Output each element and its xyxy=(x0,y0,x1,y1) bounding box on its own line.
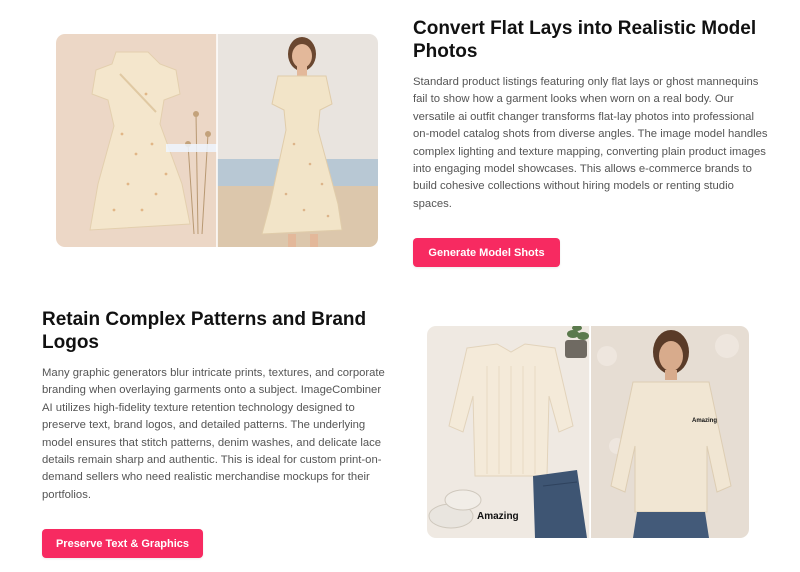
section-description: Many graphic generators blur intricate p… xyxy=(42,367,385,501)
section-patterns-text: Retain Complex Patterns and Brand Logos … xyxy=(42,308,394,504)
flatlay-to-model-image xyxy=(56,34,378,247)
section-description: Standard product listings featuring only… xyxy=(413,76,768,210)
sweater-comparison-illustration xyxy=(427,326,749,538)
sweater-comparison-image: Amazing Amazing xyxy=(427,326,749,538)
generate-model-shots-button[interactable]: Generate Model Shots xyxy=(413,238,560,267)
section-title: Retain Complex Patterns and Brand Logos xyxy=(42,309,367,353)
section-title: Convert Flat Lays into Realistic Model P… xyxy=(413,18,757,62)
sweater-print-text-model: Amazing xyxy=(692,418,718,424)
preserve-text-graphics-button[interactable]: Preserve Text & Graphics xyxy=(42,529,203,558)
sweater-print-text-flat: Amazing xyxy=(477,511,519,522)
dress-comparison-illustration xyxy=(56,34,378,247)
section-flatlay-text: Convert Flat Lays into Realistic Model P… xyxy=(413,17,768,213)
